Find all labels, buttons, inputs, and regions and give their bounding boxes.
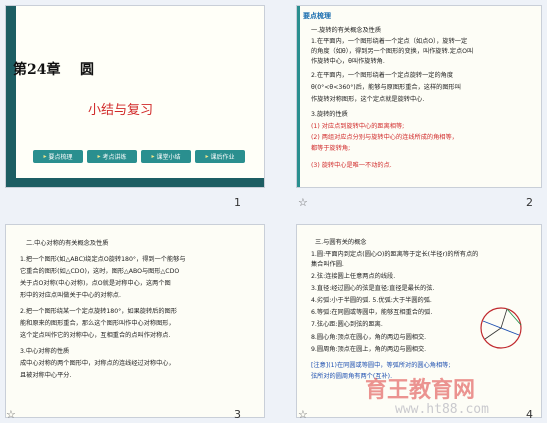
text-line: 4.劣弧:小于半圆的弧. 5.优弧:大于半圆的弧. <box>311 297 432 304</box>
slide-3-thumbnail[interactable]: 二.中心对称的有关概念及性质 1.把一个图形(如△ABC)绕定点O旋转180°，… <box>5 224 265 418</box>
star-icon[interactable]: ☆ <box>298 196 308 209</box>
slide-1-thumbnail[interactable]: 第24章 圆 小结与复习 要点梳理 考点讲练 课堂小结 课后作业 <box>5 5 265 188</box>
text-line: 三.与圆有关的概念 <box>315 239 367 246</box>
nav-button-homework[interactable]: 课后作业 <box>195 150 245 163</box>
text-line: 8.圆心角:顶点在圆心，角的两边与圆相交. <box>311 334 427 341</box>
text-line: 3.直径:经过圆心的弦是直径;直径是最长的弦. <box>311 285 435 292</box>
text-line: (3) 旋转中心是唯一不动的点. <box>311 162 392 169</box>
text-line: 成中心对称的两个图形中，对称点的连线经过对称中心， <box>20 360 175 367</box>
text-line: 集合叫作圆. <box>311 261 344 268</box>
slide-number: 1 <box>234 196 241 209</box>
text-line: 能和原来的图形重合，那么这个图形叫作中心对称图形， <box>20 320 175 327</box>
slide-accent-band <box>6 6 16 187</box>
slide-2-thumbnail[interactable]: 要点梳理 一.旋转的有关概念及性质 1.在平面内，一个图形绕着一个定点（如点O）… <box>296 5 542 188</box>
slide-number: 2 <box>526 196 533 209</box>
text-line: 2.把一个图形绕某一个定点旋转180°，如果旋转后的图形 <box>20 308 177 315</box>
text-line: 2.在平面内，一个图形绕着一个定点旋转一定的角度 <box>311 72 454 79</box>
slide-number: 4 <box>526 408 533 421</box>
note-line: [注意](1)在同圆或等圆中，等弧所对的圆心角相等; <box>311 362 451 369</box>
text-line: 作旋转中心，θ叫作旋转角. <box>311 58 385 65</box>
text-line: (2) 两组对应点分别与旋转中心的连线所成的角相等， <box>311 134 458 141</box>
text-line: 它重合的图形(如△CDO)，这时，图形△ABO与图形△CDO <box>20 268 180 275</box>
chapter-heading: 第24章 圆 <box>13 62 94 78</box>
text-line: 二.中心对称的有关概念及性质 <box>26 240 109 247</box>
text-line: 9.圆周角:顶点在圆上，角的两边与圆相交. <box>311 346 427 353</box>
text-line: 形中的对应点叫做关于中心的对称点. <box>20 292 121 299</box>
text-line: 的角度（如θ），得到另一个图形的变换，叫作旋转.定点O叫 <box>311 48 474 55</box>
text-line: 7.弦心距:圆心到弦的距离. <box>311 321 383 328</box>
slide-accent-band <box>297 6 300 187</box>
slide-title: 小结与复习 <box>88 103 154 118</box>
text-line: 2.弦:连接圆上任意两点的线段. <box>311 273 396 280</box>
text-line: 这个定点叫作它的对称中心，互相重合的点叫作对称点. <box>20 332 171 339</box>
text-line: θ(0°<θ<360°)后，能够与原图形重合，这样的图形叫 <box>311 84 461 91</box>
nav-button-summary[interactable]: 课堂小结 <box>141 150 191 163</box>
text-line: 3.旋转的性质 <box>311 111 348 118</box>
text-line: 1.在平面内，一个图形绕着一个定点（如点O），旋转一定 <box>311 38 468 45</box>
text-line: 1.圆:平面内到定点(圆心O)的距离等于定长(半径r)的所有点的 <box>311 251 479 258</box>
slide-number: 3 <box>234 408 241 421</box>
text-line: 6.等弧:在同圆或等圆中，能够互相重合的弧. <box>311 309 433 316</box>
text-line: 作旋转对称图形，这个定点就是旋转中心. <box>311 96 425 103</box>
star-icon[interactable]: ☆ <box>298 408 308 421</box>
slide-bottom-bar <box>6 178 264 187</box>
text-line: 3.中心对称的性质 <box>20 348 70 355</box>
nav-button-key-points[interactable]: 要点梳理 <box>33 150 83 163</box>
watermark-url: www.ht88.com <box>395 402 489 417</box>
star-icon[interactable]: ☆ <box>6 408 16 421</box>
text-line: (1) 对应点到旋转中心的距离相等; <box>311 123 405 130</box>
nav-button-row: 要点梳理 考点讲练 课堂小结 课后作业 <box>33 150 245 163</box>
circle-diagram <box>480 307 522 349</box>
text-line: 关于点O对称(中心对称)，点O就是对称中心，这两个图 <box>20 280 171 287</box>
text-line: 1.把一个图形(如△ABC)绕定点O旋转180°，得到一个能够与 <box>20 256 186 263</box>
text-line: 都等于旋转角; <box>311 145 351 152</box>
text-line: 一.旋转的有关概念及性质 <box>311 27 382 34</box>
text-line: 且被对称中心平分. <box>20 372 72 379</box>
section-header: 要点梳理 <box>303 12 331 20</box>
nav-button-practice[interactable]: 考点讲练 <box>87 150 137 163</box>
watermark-logo: 育王教育网 <box>365 378 476 403</box>
